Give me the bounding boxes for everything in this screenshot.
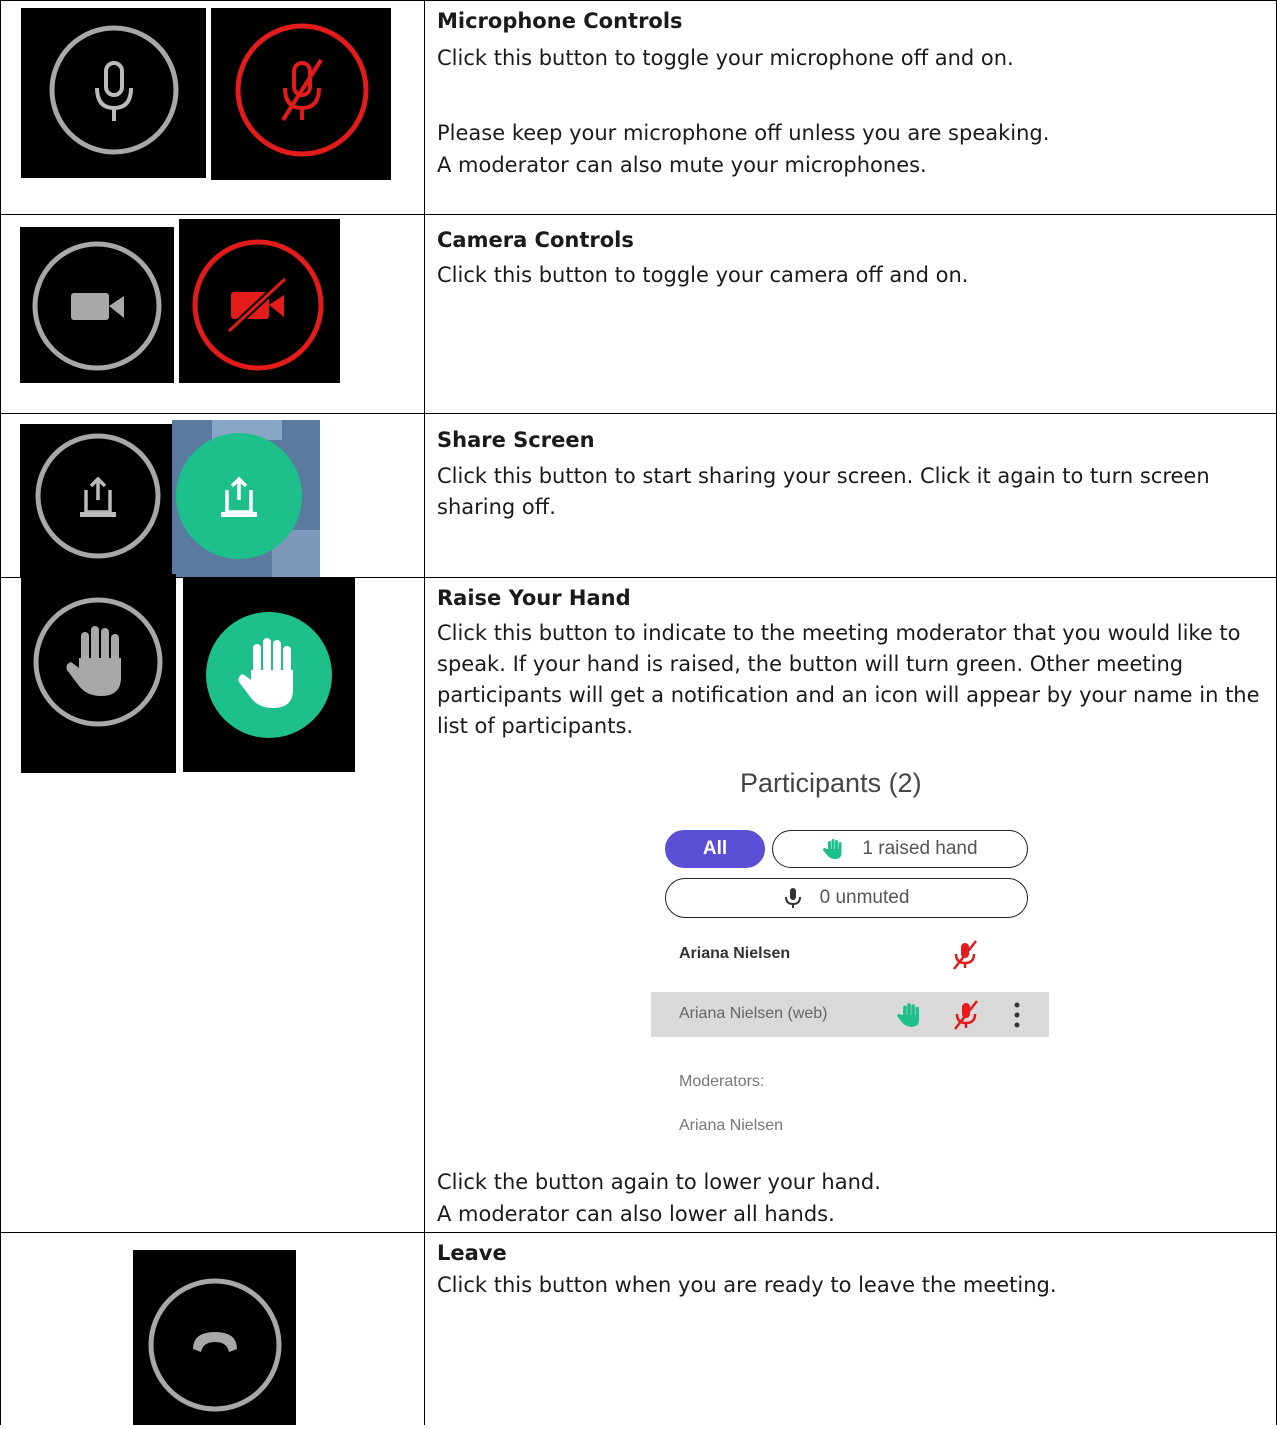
raised-hand-icon — [897, 1003, 920, 1027]
filter-unmuted-button[interactable]: 0 unmuted — [665, 878, 1028, 918]
hand-icon — [823, 839, 842, 859]
row-divider — [0, 413, 1277, 414]
row-text-share-screen-1: Click this button to start sharing your … — [437, 464, 1210, 519]
row-text-raise-hand-3: A moderator can also lower all hands. — [437, 1202, 835, 1226]
row-title-raise-hand: Raise Your Hand — [437, 586, 631, 610]
camera-button-image — [20, 227, 174, 383]
participant-name: Ariana Nielsen (web) — [679, 1005, 828, 1022]
filter-raised-hand-label: 1 raised hand — [862, 838, 978, 859]
table-border-top — [0, 0, 1277, 1]
row-text-raise-hand-2: Click the button again to lower your han… — [437, 1170, 881, 1194]
row-divider — [0, 1232, 1277, 1233]
share-screen-button-image — [20, 424, 176, 578]
row-title-camera: Camera Controls — [437, 228, 634, 252]
participant-name: Ariana Nielsen — [679, 945, 791, 962]
moderator-name: Ariana Nielsen — [679, 1117, 784, 1134]
row-title-microphone: Microphone Controls — [437, 9, 683, 33]
share-screen-active-icon — [172, 420, 320, 577]
leave-call-icon — [148, 1278, 282, 1412]
camera-icon — [32, 241, 162, 371]
row-text-microphone-3: A moderator can also mute your microphon… — [437, 153, 927, 177]
microphone-muted-button-image — [211, 8, 391, 180]
filter-raised-hand-button[interactable]: 1 raised hand — [772, 830, 1028, 868]
row-text-microphone-2: Please keep your microphone off unless y… — [437, 121, 1050, 145]
share-screen-icon — [35, 433, 161, 559]
filter-all-label: All — [702, 838, 728, 859]
leave-button-image — [133, 1250, 296, 1425]
participants-title: Participants (2) — [740, 768, 922, 798]
row-title-leave: Leave — [437, 1241, 507, 1265]
row-text-leave-1: Click this button when you are ready to … — [437, 1273, 1057, 1297]
raise-hand-icon — [33, 597, 163, 727]
row-text-camera-1: Click this button to toggle your camera … — [437, 263, 969, 287]
raise-hand-active-button-image — [183, 578, 355, 772]
microphone-icon — [49, 25, 179, 155]
microphone-icon — [784, 888, 801, 908]
filter-all-button[interactable]: All — [665, 830, 765, 868]
camera-off-button-image — [179, 219, 340, 383]
row-text-raise-hand-1: Click this button to indicate to the mee… — [437, 621, 1260, 738]
raise-hand-button-image — [21, 574, 176, 773]
row-divider — [0, 214, 1277, 215]
moderators-label: Moderators: — [679, 1073, 765, 1090]
row-text-microphone-1: Click this button to toggle your microph… — [437, 46, 1014, 70]
more-options-icon[interactable] — [1012, 1000, 1022, 1030]
microphone-button-image — [21, 8, 206, 178]
microphone-muted-icon — [954, 1000, 978, 1030]
raise-hand-active-icon — [206, 612, 332, 738]
filter-unmuted-label: 0 unmuted — [819, 887, 910, 908]
camera-off-icon — [192, 239, 324, 371]
microphone-muted-icon — [235, 23, 369, 157]
share-screen-active-button-image — [172, 420, 320, 577]
microphone-muted-icon — [953, 940, 977, 970]
row-title-share-screen: Share Screen — [437, 428, 595, 452]
